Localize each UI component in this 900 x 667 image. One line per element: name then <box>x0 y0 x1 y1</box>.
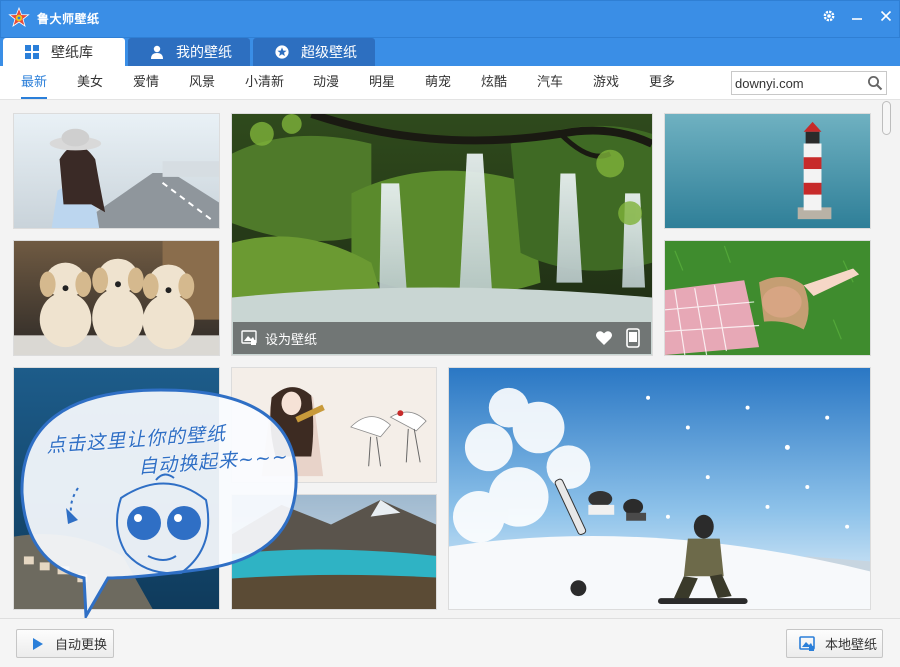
grid-icon <box>25 45 39 59</box>
tab-my-wallpapers[interactable]: 我的壁纸 <box>128 38 250 66</box>
play-icon <box>33 637 43 650</box>
app-title: 鲁大师壁纸 <box>37 12 100 26</box>
category-celebrity[interactable]: 明星 <box>369 66 395 99</box>
local-wallpaper-label: 本地壁纸 <box>825 638 878 653</box>
close-button[interactable] <box>875 6 897 26</box>
star-icon <box>275 45 289 59</box>
title-bar[interactable]: 鲁大师壁纸 <box>0 0 900 38</box>
phone-icon[interactable] <box>625 328 641 348</box>
wallpaper-image <box>14 114 219 228</box>
wallpaper-thumbnail[interactable] <box>231 494 437 610</box>
set-as-wallpaper-label: 设为壁纸 <box>265 332 318 348</box>
wallpaper-thumbnail[interactable] <box>13 367 220 610</box>
category-latest[interactable]: 最新 <box>21 66 48 99</box>
category-scenery[interactable]: 风景 <box>189 66 215 99</box>
main-tab-bar: 壁纸库 我的壁纸 超级壁纸 <box>0 38 900 66</box>
tab-super-wallpaper[interactable]: 超级壁纸 <box>253 38 375 66</box>
category-fresh[interactable]: 小清新 <box>245 66 284 99</box>
category-more[interactable]: 更多 <box>649 66 675 99</box>
category-bar: 最新 美女 爱情 风景 小清新 动漫 明星 萌宠 炫酷 汽车 游戏 更多 <box>0 66 900 100</box>
tab-label: 壁纸库 <box>51 45 93 61</box>
tab-label: 我的壁纸 <box>176 45 232 61</box>
search-box[interactable] <box>731 71 887 95</box>
wallpaper-image <box>665 241 870 355</box>
tab-wallpaper-library[interactable]: 壁纸库 <box>3 38 125 66</box>
auto-change-button[interactable]: 自动更换 <box>16 629 114 658</box>
auto-change-label: 自动更换 <box>55 638 108 653</box>
wallpaper-image <box>665 114 870 228</box>
category-cool[interactable]: 炫酷 <box>481 66 507 99</box>
search-icon[interactable] <box>867 75 883 91</box>
gear-icon <box>823 10 835 22</box>
minimize-icon <box>852 18 862 20</box>
settings-button[interactable] <box>818 6 840 26</box>
category-anime[interactable]: 动漫 <box>313 66 339 99</box>
tab-label: 超级壁纸 <box>301 45 357 61</box>
minimize-button[interactable] <box>846 6 868 26</box>
close-icon <box>880 10 892 22</box>
user-icon <box>151 45 163 59</box>
category-cars[interactable]: 汽车 <box>537 66 563 99</box>
set-wallpaper-icon <box>241 330 257 345</box>
app-logo-icon <box>8 7 30 27</box>
heart-icon[interactable] <box>595 329 613 347</box>
wallpaper-image <box>232 495 436 609</box>
vertical-scrollbar[interactable] <box>880 100 894 618</box>
category-games[interactable]: 游戏 <box>593 66 619 99</box>
set-as-wallpaper-button[interactable]: 设为壁纸 <box>241 328 317 348</box>
wallpaper-thumbnail[interactable] <box>664 240 871 356</box>
wallpaper-thumbnail[interactable] <box>13 113 220 229</box>
featured-wallpaper[interactable]: 设为壁纸 <box>231 113 653 356</box>
wallpaper-image <box>232 114 652 355</box>
local-wallpaper-button[interactable]: 本地壁纸 <box>786 629 883 658</box>
featured-action-bar: 设为壁纸 <box>233 322 651 354</box>
bottom-bar: 自动更换 本地壁纸 <box>0 618 900 667</box>
wallpaper-thumbnail[interactable] <box>448 367 871 610</box>
local-wallpaper-icon <box>799 635 815 651</box>
scrollbar-thumb[interactable] <box>882 101 891 135</box>
category-love[interactable]: 爱情 <box>133 66 159 99</box>
wallpaper-image <box>14 241 219 355</box>
category-pets[interactable]: 萌宠 <box>425 66 451 99</box>
wallpaper-image <box>449 368 870 609</box>
category-beauty[interactable]: 美女 <box>77 66 103 99</box>
search-input[interactable] <box>735 74 863 92</box>
wallpaper-thumbnail[interactable] <box>664 113 871 229</box>
wallpaper-thumbnail[interactable] <box>13 240 220 356</box>
wallpaper-image <box>14 368 219 609</box>
